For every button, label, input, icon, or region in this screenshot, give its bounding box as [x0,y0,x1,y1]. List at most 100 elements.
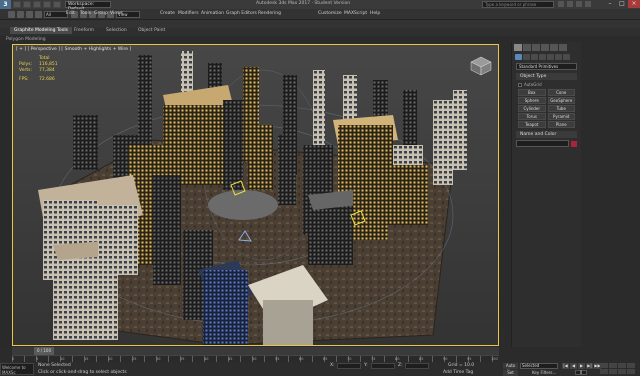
redo-icon[interactable] [53,1,61,8]
track-bar[interactable]: 0 5 10 15 20 25 30 35 40 45 50 55 60 65 70 75 80 85 90 95 10… [12,355,499,363]
pan-icon[interactable] [609,369,617,374]
z-coord-field[interactable] [405,363,429,369]
menu-animation[interactable]: Animation [201,11,224,16]
unlink-icon[interactable] [35,10,42,18]
time-slider-track[interactable]: 0 / 100 [12,347,499,355]
helpers-icon[interactable] [547,54,554,60]
set-key-button[interactable]: Set Key [503,370,518,376]
modify-tab-icon[interactable] [523,44,531,51]
zoom-all-icon[interactable] [609,363,617,368]
maximize-button[interactable]: □ [616,0,628,8]
stats-verts-label: Verts: [19,68,32,73]
cone-button[interactable]: Cone [547,89,575,96]
tab-freeform[interactable]: Freeform [74,28,94,33]
object-color-swatch[interactable] [571,140,577,147]
key-filters-button[interactable]: Key Filters... [532,370,556,375]
current-frame-field[interactable]: 0 [575,370,587,375]
add-time-tag[interactable]: Add Time Tag [443,370,473,375]
name-and-color-rollout[interactable]: Name and Color [516,131,577,138]
tab-selection[interactable]: Selection [106,28,127,33]
go-to-start-icon[interactable]: |◀ [562,363,569,369]
maximize-viewport-icon[interactable] [627,369,635,374]
timeline-tick-label: 20 [108,357,113,361]
save-file-icon[interactable] [33,1,41,8]
cameras-icon[interactable] [539,54,546,60]
geometry-icon[interactable] [515,54,522,60]
display-tab-icon[interactable] [550,44,558,51]
timeline-tick-label: 85 [419,357,424,361]
star-icon[interactable] [576,1,582,7]
field-of-view-icon[interactable] [600,369,608,374]
link-icon[interactable] [26,10,33,18]
object-name-input[interactable] [516,140,569,147]
next-frame-icon[interactable]: ▶| [586,363,593,369]
viewport-label[interactable]: [ + ] [ Perspective ] [ Smooth + Highlig… [16,47,131,52]
menu-customize[interactable]: Customize [318,11,342,16]
timeline-tick-label: 80 [395,357,400,361]
user-icon[interactable] [567,1,573,7]
app-logo-icon[interactable]: 3 [0,0,11,9]
new-scene-icon[interactable] [13,1,21,8]
search-input[interactable]: Type a keyword or phrase [482,1,554,8]
close-button[interactable]: × [628,0,640,8]
category-select[interactable]: Standard Primitives [516,63,577,70]
utilities-tab-icon[interactable] [559,44,567,51]
space-warps-icon[interactable] [555,54,562,60]
orbit-icon[interactable] [618,369,626,374]
y-coord-field[interactable] [371,363,395,369]
maxscript-listener[interactable]: Welcome to MAXSc [0,363,34,375]
timeline-tick-label: 55 [275,357,280,361]
teapot-button[interactable]: Teapot [518,121,546,128]
tab-graphite-modeling-tools[interactable]: Graphite Modeling Tools [10,27,73,34]
menu-create[interactable]: Create [160,11,175,16]
hierarchy-tab-icon[interactable] [532,44,540,51]
box-button[interactable]: Box [518,89,546,96]
zoom-icon[interactable] [600,363,608,368]
menu-maxscript[interactable]: MAXScript [344,11,367,16]
zoom-extents-all-icon[interactable] [627,363,635,368]
minimize-button[interactable]: – [604,0,616,8]
auto-key-button[interactable]: Auto Key [503,363,518,374]
menu-tools[interactable]: Tools [80,11,91,16]
menu-views[interactable]: Views [110,11,123,16]
perspective-viewport[interactable]: [ + ] [ Perspective ] [ Smooth + Highlig… [12,44,499,346]
sphere-button[interactable]: Sphere [518,97,546,104]
pyramid-button[interactable]: Pyramid [547,113,575,120]
menu-edit[interactable]: Edit [66,11,75,16]
create-tab-icon[interactable] [514,44,522,51]
lights-icon[interactable] [531,54,538,60]
play-icon[interactable]: ▶ [578,363,585,369]
help-icon[interactable] [585,1,591,7]
window-title: Autodesk 3ds Max 2017 · Student Version [256,1,351,6]
viewcube-icon[interactable] [468,55,494,77]
geosphere-button[interactable]: GeoSphere [547,97,575,104]
zoom-extents-icon[interactable] [618,363,626,368]
tube-button[interactable]: Tube [547,105,575,112]
object-type-rollout[interactable]: Object Type [516,73,577,80]
systems-icon[interactable] [563,54,570,60]
undo-icon[interactable] [43,1,51,8]
undo-icon[interactable] [8,10,15,18]
menu-rendering[interactable]: Rendering [258,11,281,16]
redo-icon[interactable] [17,10,24,18]
menu-group[interactable]: Group [94,11,108,16]
previous-frame-icon[interactable]: ◀ [570,363,577,369]
cylinder-button[interactable]: Cylinder [518,105,546,112]
search-icon[interactable] [558,1,564,7]
workspace-select[interactable]: Workspace: Default [65,1,111,12]
open-file-icon[interactable] [23,1,31,8]
motion-tab-icon[interactable] [541,44,549,51]
menu-graph-editors[interactable]: Graph Editors [226,11,257,16]
tab-object-paint[interactable]: Object Paint [138,28,165,33]
selection-filter-select[interactable]: All [44,10,68,18]
time-slider[interactable]: 0 / 100 [34,347,54,355]
x-coord-field[interactable] [337,363,361,369]
menu-help[interactable]: Help [370,11,380,16]
key-selection-select[interactable]: Selected [520,363,558,369]
torus-button[interactable]: Torus [518,113,546,120]
shapes-icon[interactable] [523,54,530,60]
menu-modifiers[interactable]: Modifiers [178,11,199,16]
autogrid-checkbox[interactable] [518,82,522,87]
polygon-modeling-label[interactable]: Polygon Modeling [6,37,46,42]
plane-button[interactable]: Plane [547,121,575,128]
